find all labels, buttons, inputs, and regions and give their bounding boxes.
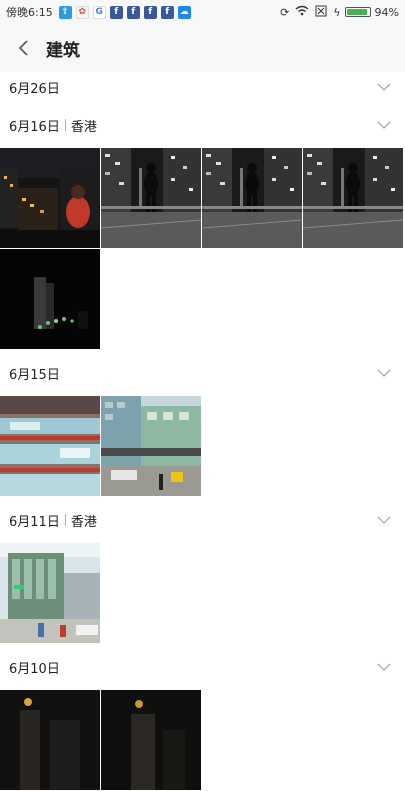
chevron-down-icon[interactable]: [377, 83, 391, 91]
status-bar: 傍晚6:15 ⇪ ✿ G f f f f ☁ ⟳ ϟ 94%: [0, 0, 405, 24]
photo-grid: [0, 543, 405, 644]
sync-icon: ⟳: [280, 5, 290, 19]
share-icon: ⇪: [58, 5, 72, 19]
date-section-header[interactable]: 6月26日: [0, 72, 405, 102]
chevron-down-icon[interactable]: [377, 121, 391, 129]
photo-list[interactable]: 6月26日 6月16日 香港 6月15日 6月11日 香港 6月10日: [0, 72, 405, 791]
date-section-header[interactable]: 6月10日: [0, 644, 405, 690]
wifi-icon: [295, 5, 309, 19]
section-date: 6月10日: [9, 661, 60, 677]
facebook-icon: f: [109, 5, 123, 19]
photo-grid: [0, 148, 405, 350]
photo-thumbnail[interactable]: [0, 690, 100, 790]
divider: [64, 119, 66, 131]
divider: [64, 514, 66, 526]
photo-thumbnail[interactable]: [101, 690, 201, 790]
date-section-header[interactable]: 6月15日: [0, 350, 405, 396]
chevron-down-icon[interactable]: [377, 516, 391, 524]
chevron-left-icon: [18, 40, 28, 56]
no-sim-icon: [315, 5, 327, 20]
facebook-icon: f: [160, 5, 174, 19]
top-app-bar: 建筑: [0, 24, 405, 72]
status-time: 傍晚6:15: [6, 6, 53, 19]
date-section-header[interactable]: 6月11日 香港: [0, 497, 405, 543]
page-title: 建筑: [46, 40, 80, 61]
pinwheel-icon: ✿: [75, 5, 89, 19]
section-date: 6月26日: [9, 81, 60, 97]
photo-thumbnail[interactable]: [0, 148, 100, 248]
photo-thumbnail[interactable]: [0, 249, 100, 349]
cloud-icon: ☁: [177, 5, 191, 19]
photo-thumbnail[interactable]: [0, 543, 100, 643]
section-date: 6月15日: [9, 367, 60, 383]
section-location: 香港: [70, 119, 97, 135]
photo-thumbnail[interactable]: [101, 148, 201, 248]
chevron-down-icon[interactable]: [377, 663, 391, 671]
facebook-icon: f: [143, 5, 157, 19]
facebook-icon: f: [126, 5, 140, 19]
chevron-down-icon[interactable]: [377, 369, 391, 377]
battery-icon: [344, 7, 371, 17]
battery-percent: 94%: [374, 5, 399, 19]
photo-thumbnail[interactable]: [101, 396, 201, 496]
date-section-header[interactable]: 6月16日 香港: [0, 102, 405, 148]
google-icon: G: [92, 5, 106, 19]
charging-icon: ϟ: [333, 5, 341, 19]
photo-grid: [0, 396, 405, 497]
section-date: 6月11日: [9, 514, 60, 530]
photo-thumbnail[interactable]: [202, 148, 302, 248]
photo-grid: [0, 690, 405, 791]
section-date: 6月16日: [9, 119, 60, 135]
back-button[interactable]: [4, 24, 44, 72]
section-location: 香港: [70, 514, 97, 530]
photo-thumbnail[interactable]: [303, 148, 403, 248]
photo-thumbnail[interactable]: [0, 396, 100, 496]
